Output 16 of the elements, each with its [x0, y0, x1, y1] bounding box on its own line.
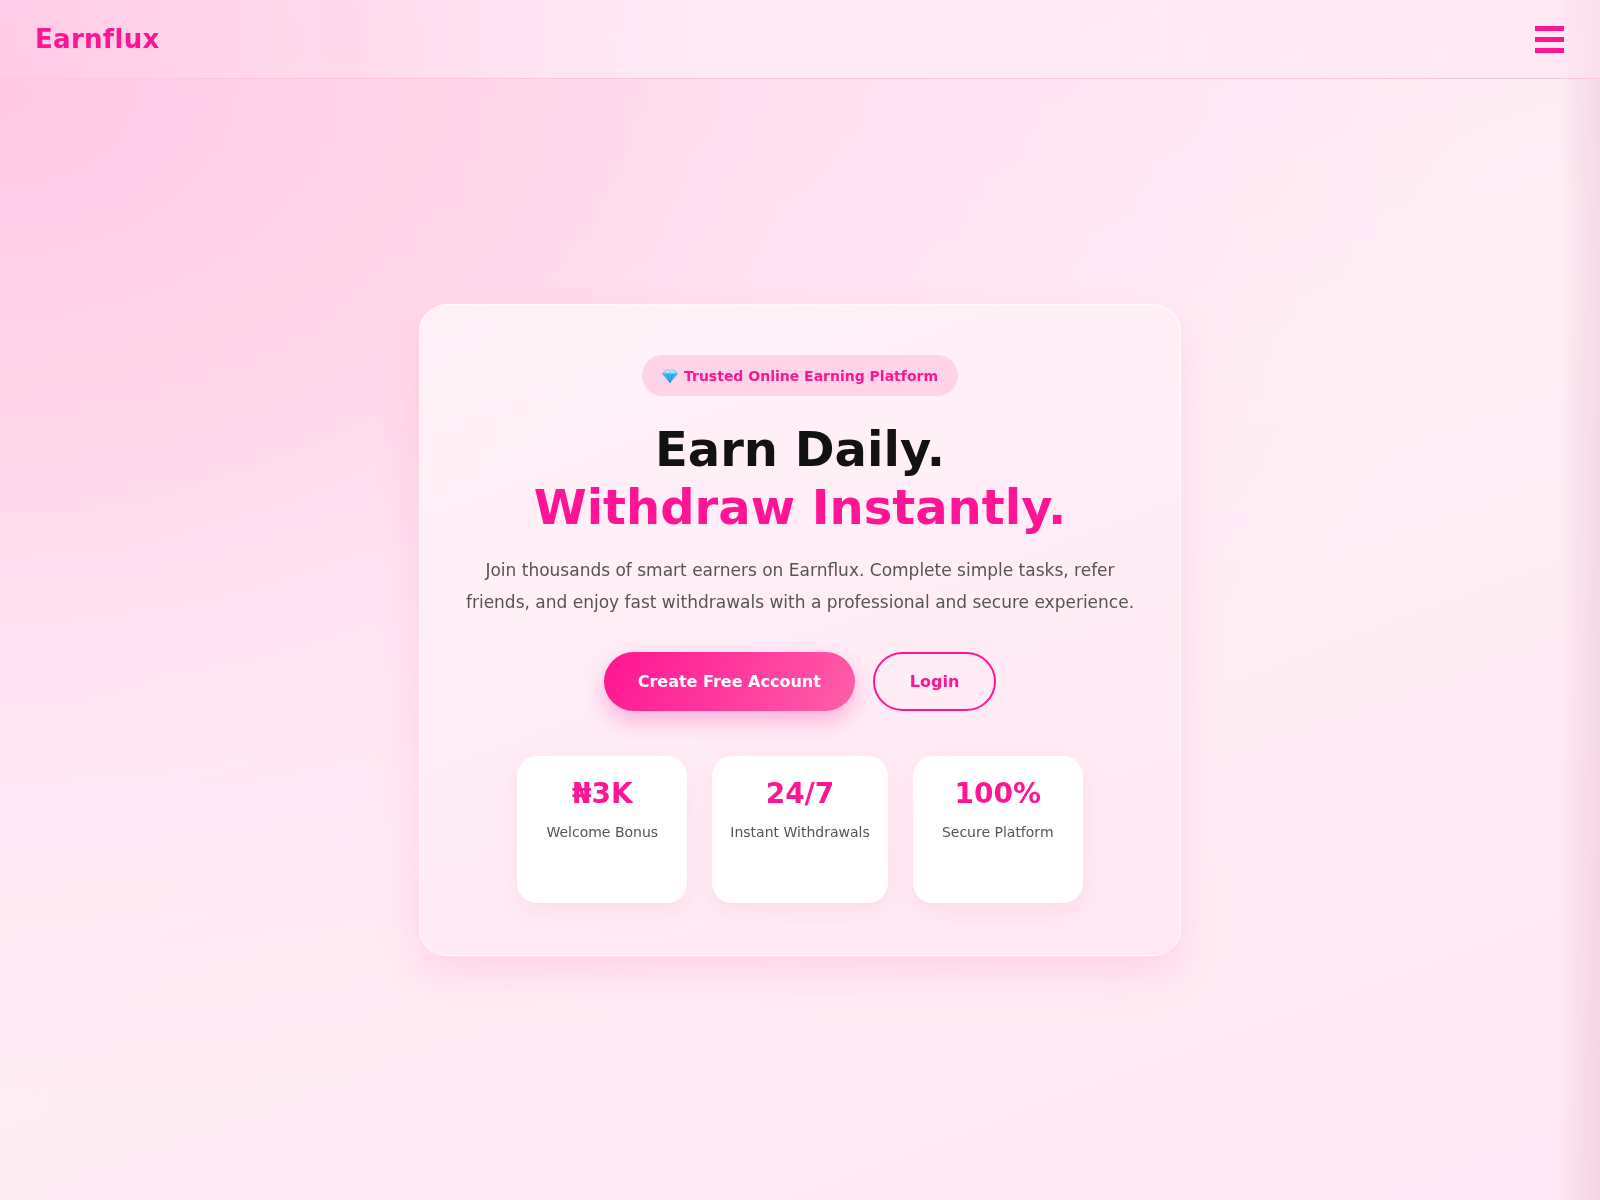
hero-description: Join thousands of smart earners on Earnflux. Complete simple tasks, refer friends, and enjoy fast withdrawals with a professional and secure experience. — [464, 559, 1136, 614]
stat-value: ₦3K — [571, 776, 633, 812]
hero-subtitle: Withdraw Instantly. — [533, 478, 1067, 536]
badge-text: Trusted Online Earning Platform — [683, 367, 938, 384]
logo[interactable]: Earnflux — [35, 24, 160, 54]
create-account-button[interactable]: Create Free Account — [603, 652, 855, 711]
stat-value: 100% — [954, 776, 1041, 812]
login-button[interactable]: Login — [872, 652, 997, 711]
gem-icon — [661, 368, 678, 383]
stat-label: Secure Platform — [941, 824, 1054, 840]
stat-label: Welcome Bonus — [546, 824, 659, 840]
menu-icon — [1534, 25, 1564, 53]
stat-value: 24/7 — [765, 776, 835, 812]
stat-label: Instant Withdrawals — [730, 824, 870, 840]
menu-button[interactable] — [1534, 25, 1564, 53]
hero-title: Earn Daily. — [655, 420, 945, 478]
